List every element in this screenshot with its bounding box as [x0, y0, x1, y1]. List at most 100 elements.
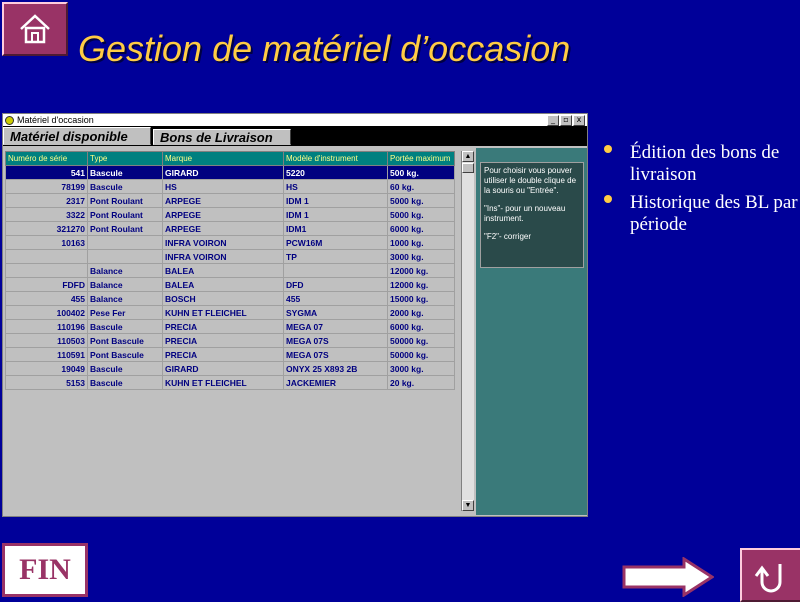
column-header-model[interactable]: Modèle d'instrument — [283, 151, 388, 166]
table-row[interactable]: 541 Bascule GIRARD 5220 500 kg. — [5, 165, 455, 180]
cell-capacity: 3000 kg. — [387, 249, 455, 264]
cell-brand: KUHN ET FLEICHEL — [162, 375, 284, 390]
tab-content: Numéro de série Type Marque Modèle d'ins… — [3, 147, 587, 516]
column-header-serial[interactable]: Numéro de série — [5, 151, 88, 166]
cell-type: Bascule — [87, 375, 163, 390]
scroll-thumb[interactable] — [462, 163, 474, 173]
window-controls: _ ▫ x — [547, 115, 585, 126]
table-row[interactable]: 110591 Pont Bascule PRECIA MEGA 07S 50000 kg… — [5, 347, 455, 362]
cell-model: MEGA 07 — [283, 319, 388, 334]
cell-type: Bascule — [87, 319, 163, 334]
window-titlebar[interactable]: Matériel d'occasion _ ▫ x — [3, 114, 587, 126]
cell-type — [87, 249, 163, 264]
cell-serial: 100402 — [5, 305, 88, 320]
cell-brand: BOSCH — [162, 291, 284, 306]
cell-brand: GIRARD — [162, 361, 284, 376]
bullet-dot-icon — [604, 195, 612, 203]
cell-type: Balance — [87, 277, 163, 292]
cell-serial: 110591 — [5, 347, 88, 362]
cell-serial — [5, 263, 88, 278]
cell-brand: HS — [162, 179, 284, 194]
table-row[interactable]: INFRA VOIRON TP 3000 kg. — [5, 249, 455, 264]
table-header-row: Numéro de série Type Marque Modèle d'ins… — [5, 151, 455, 166]
minimize-button[interactable]: _ — [547, 115, 559, 126]
bullet-dot-icon — [604, 145, 612, 153]
cell-capacity: 50000 kg. — [387, 333, 455, 348]
cell-serial — [5, 249, 88, 264]
cell-brand: PRECIA — [162, 333, 284, 348]
cell-model: HS — [283, 179, 388, 194]
cell-capacity: 6000 kg. — [387, 221, 455, 236]
table-row[interactable]: 110196 Bascule PRECIA MEGA 07 6000 kg. — [5, 319, 455, 334]
close-button[interactable]: x — [573, 115, 585, 126]
side-panel: Pour choisir vous pouver utiliser le dou… — [476, 148, 587, 515]
table-row[interactable]: Balance BALEA 12000 kg. — [5, 263, 455, 278]
home-button[interactable] — [2, 2, 68, 56]
cell-serial: 19049 — [5, 361, 88, 376]
scroll-down-icon[interactable]: ▼ — [462, 500, 474, 511]
cell-serial: 78199 — [5, 179, 88, 194]
tab-bar: Matériel disponible Bons de Livraison — [3, 126, 587, 146]
cell-serial: 321270 — [5, 221, 88, 236]
equipment-table: Numéro de série Type Marque Modèle d'ins… — [5, 151, 455, 390]
slide-title: Gestion de matériel d’occasion — [78, 28, 571, 69]
tab-materiel-disponible[interactable]: Matériel disponible — [3, 127, 151, 145]
column-header-capacity[interactable]: Portée maximum — [387, 151, 455, 166]
table-row[interactable]: 2317 Pont Roulant ARPEGE IDM 1 5000 kg. — [5, 193, 455, 208]
scroll-up-icon[interactable]: ▲ — [462, 151, 474, 162]
cell-capacity: 20 kg. — [387, 375, 455, 390]
cell-brand: KUHN ET FLEICHEL — [162, 305, 284, 320]
restore-button[interactable]: ▫ — [560, 115, 572, 126]
cell-capacity: 500 kg. — [387, 165, 455, 180]
cell-brand: PRECIA — [162, 347, 284, 362]
bullet-item: Édition des bons de livraison — [600, 142, 798, 186]
cell-capacity: 12000 kg. — [387, 263, 455, 278]
table-row[interactable]: 78199 Bascule HS HS 60 kg. — [5, 179, 455, 194]
cell-capacity: 60 kg. — [387, 179, 455, 194]
table-row[interactable]: 321270 Pont Roulant ARPEGE IDM1 6000 kg. — [5, 221, 455, 236]
cell-serial: 455 — [5, 291, 88, 306]
cell-capacity: 5000 kg. — [387, 193, 455, 208]
cell-type: Bascule — [87, 361, 163, 376]
fin-button[interactable]: FIN — [2, 543, 88, 597]
bullet-item: Historique des BL par période — [600, 192, 798, 236]
tab-bons-de-livraison[interactable]: Bons de Livraison — [153, 129, 291, 145]
help-text-line: "Ins"- pour un nouveau instrument. — [484, 204, 566, 223]
cell-type: Balance — [87, 263, 163, 278]
vertical-scrollbar[interactable]: ▲ ▼ — [461, 151, 474, 511]
cell-model: TP — [283, 249, 388, 264]
table-row[interactable]: 5153 Bascule KUHN ET FLEICHEL JACKEMIER 20 k… — [5, 375, 455, 390]
cell-capacity: 1000 kg. — [387, 235, 455, 250]
help-text-line: Pour choisir vous pouver utiliser le dou… — [484, 166, 577, 195]
cell-type: Bascule — [87, 165, 163, 180]
next-arrow-icon[interactable] — [622, 557, 714, 597]
cell-capacity: 2000 kg. — [387, 305, 455, 320]
cell-model: PCW16M — [283, 235, 388, 250]
table-row[interactable]: FDFD Balance BALEA DFD 12000 kg. — [5, 277, 455, 292]
cell-brand: ARPEGE — [162, 193, 284, 208]
cell-brand: BALEA — [162, 263, 284, 278]
app-window: Matériel d'occasion _ ▫ x Matériel dispo… — [2, 113, 588, 517]
table-row[interactable]: 110503 Pont Bascule PRECIA MEGA 07S 50000 kg… — [5, 333, 455, 348]
table-row[interactable]: 455 Balance BOSCH 455 15000 kg. — [5, 291, 455, 306]
cell-type: Pese Fer — [87, 305, 163, 320]
table-row[interactable]: 3322 Pont Roulant ARPEGE IDM 1 5000 kg. — [5, 207, 455, 222]
cell-capacity: 6000 kg. — [387, 319, 455, 334]
bullet-text: Historique des BL par période — [630, 192, 798, 235]
bullet-list: Édition des bons de livraison Historique… — [600, 142, 798, 242]
cell-capacity: 5000 kg. — [387, 207, 455, 222]
table-body: 541 Bascule GIRARD 5220 500 kg. 78199 Bascule H… — [5, 165, 455, 390]
return-button[interactable] — [740, 548, 800, 602]
cell-model: IDM 1 — [283, 207, 388, 222]
cell-model: SYGMA — [283, 305, 388, 320]
table-row[interactable]: 19049 Bascule GIRARD ONYX 25 X893 2B 3000 kg… — [5, 361, 455, 376]
bullet-text: Édition des bons de livraison — [630, 142, 780, 185]
data-grid: Numéro de série Type Marque Modèle d'ins… — [5, 151, 475, 513]
column-header-type[interactable]: Type — [87, 151, 163, 166]
cell-serial: 5153 — [5, 375, 88, 390]
table-row[interactable]: 100402 Pese Fer KUHN ET FLEICHEL SYGMA 2000 … — [5, 305, 455, 320]
column-header-brand[interactable]: Marque — [162, 151, 284, 166]
cell-serial: 541 — [5, 165, 88, 180]
table-row[interactable]: 10163 INFRA VOIRON PCW16M 1000 kg. — [5, 235, 455, 250]
cell-type: Pont Roulant — [87, 207, 163, 222]
